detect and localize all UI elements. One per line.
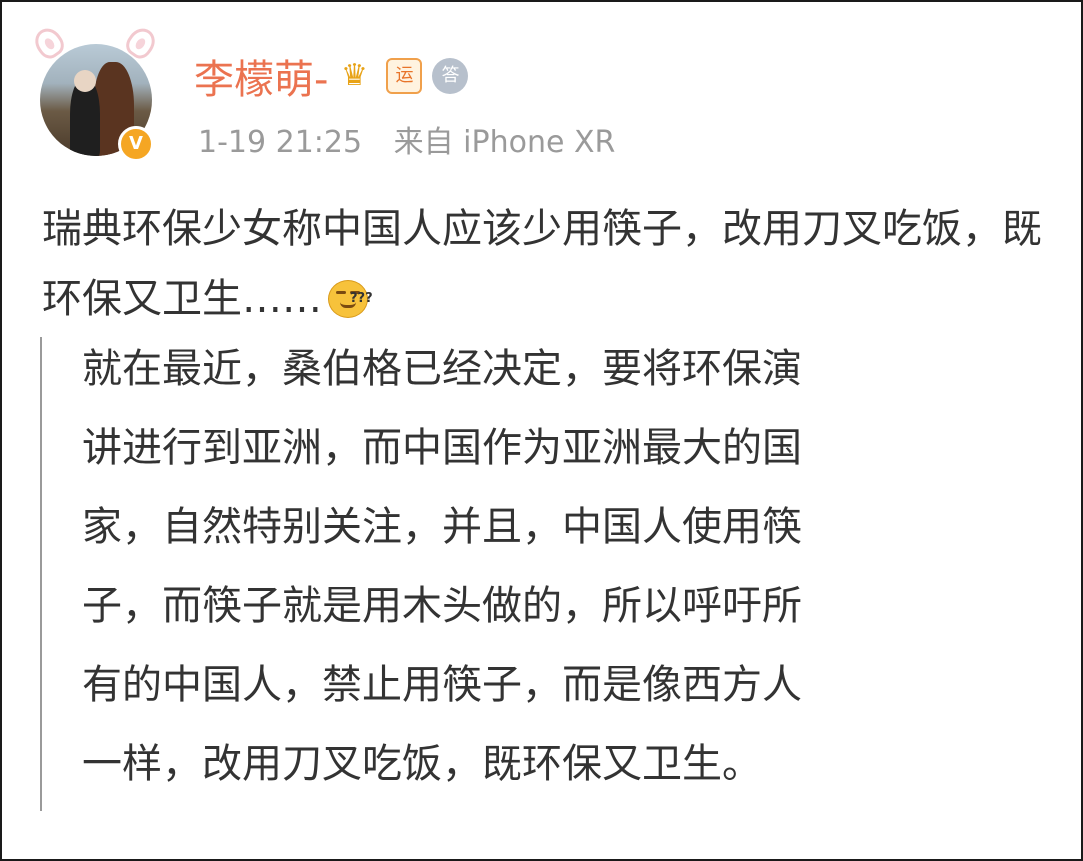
quote-line: 有的中国人，禁止用筷子，而是像西方人: [82, 662, 802, 708]
luck-badge-icon[interactable]: 运: [386, 58, 423, 94]
quote-line: 讲进行到亚洲，而中国作为亚洲最大的国: [82, 425, 802, 471]
screenshot-frame: V 李檬萌- ♛ 运 答 1-19 21:25 来自 iPhone XR 瑞典环…: [0, 0, 1083, 861]
crown-icon[interactable]: ♛: [332, 58, 376, 94]
quote-line: 一样，改用刀叉吃饭，既环保又卫生。: [82, 741, 762, 787]
dizzy-smile-emoji-icon: ???: [326, 274, 373, 318]
username-link[interactable]: 李檬萌-: [194, 47, 328, 105]
quote-line: 家，自然特别关注，并且，中国人使用筷: [82, 504, 802, 550]
post-meta: 1-19 21:25 来自 iPhone XR: [198, 117, 615, 161]
post-source: 来自 iPhone XR: [393, 125, 616, 160]
user-header: 李檬萌- ♛ 运 答: [194, 46, 469, 106]
quote-divider: [40, 337, 42, 811]
answer-badge-icon[interactable]: 答: [432, 58, 469, 94]
post-text: 瑞典环保少女称中国人应该少用筷子，改用刀叉吃饭，既环保又卫生……: [42, 206, 1042, 322]
post-timestamp[interactable]: 1-19 21:25: [198, 125, 362, 160]
verified-badge-icon: V: [118, 126, 154, 162]
quote-line: 就在最近，桑伯格已经决定，要将环保演: [82, 346, 802, 392]
post-body: 瑞典环保少女称中国人应该少用筷子，改用刀叉吃饭，既环保又卫生……???: [42, 194, 1052, 334]
quoted-text: 就在最近，桑伯格已经决定，要将环保演 讲进行到亚洲，而中国作为亚洲最大的国 家，…: [82, 330, 1012, 804]
avatar-container[interactable]: V: [29, 23, 162, 168]
quote-line: 子，而筷子就是用木头做的，所以呼吁所: [82, 583, 802, 629]
